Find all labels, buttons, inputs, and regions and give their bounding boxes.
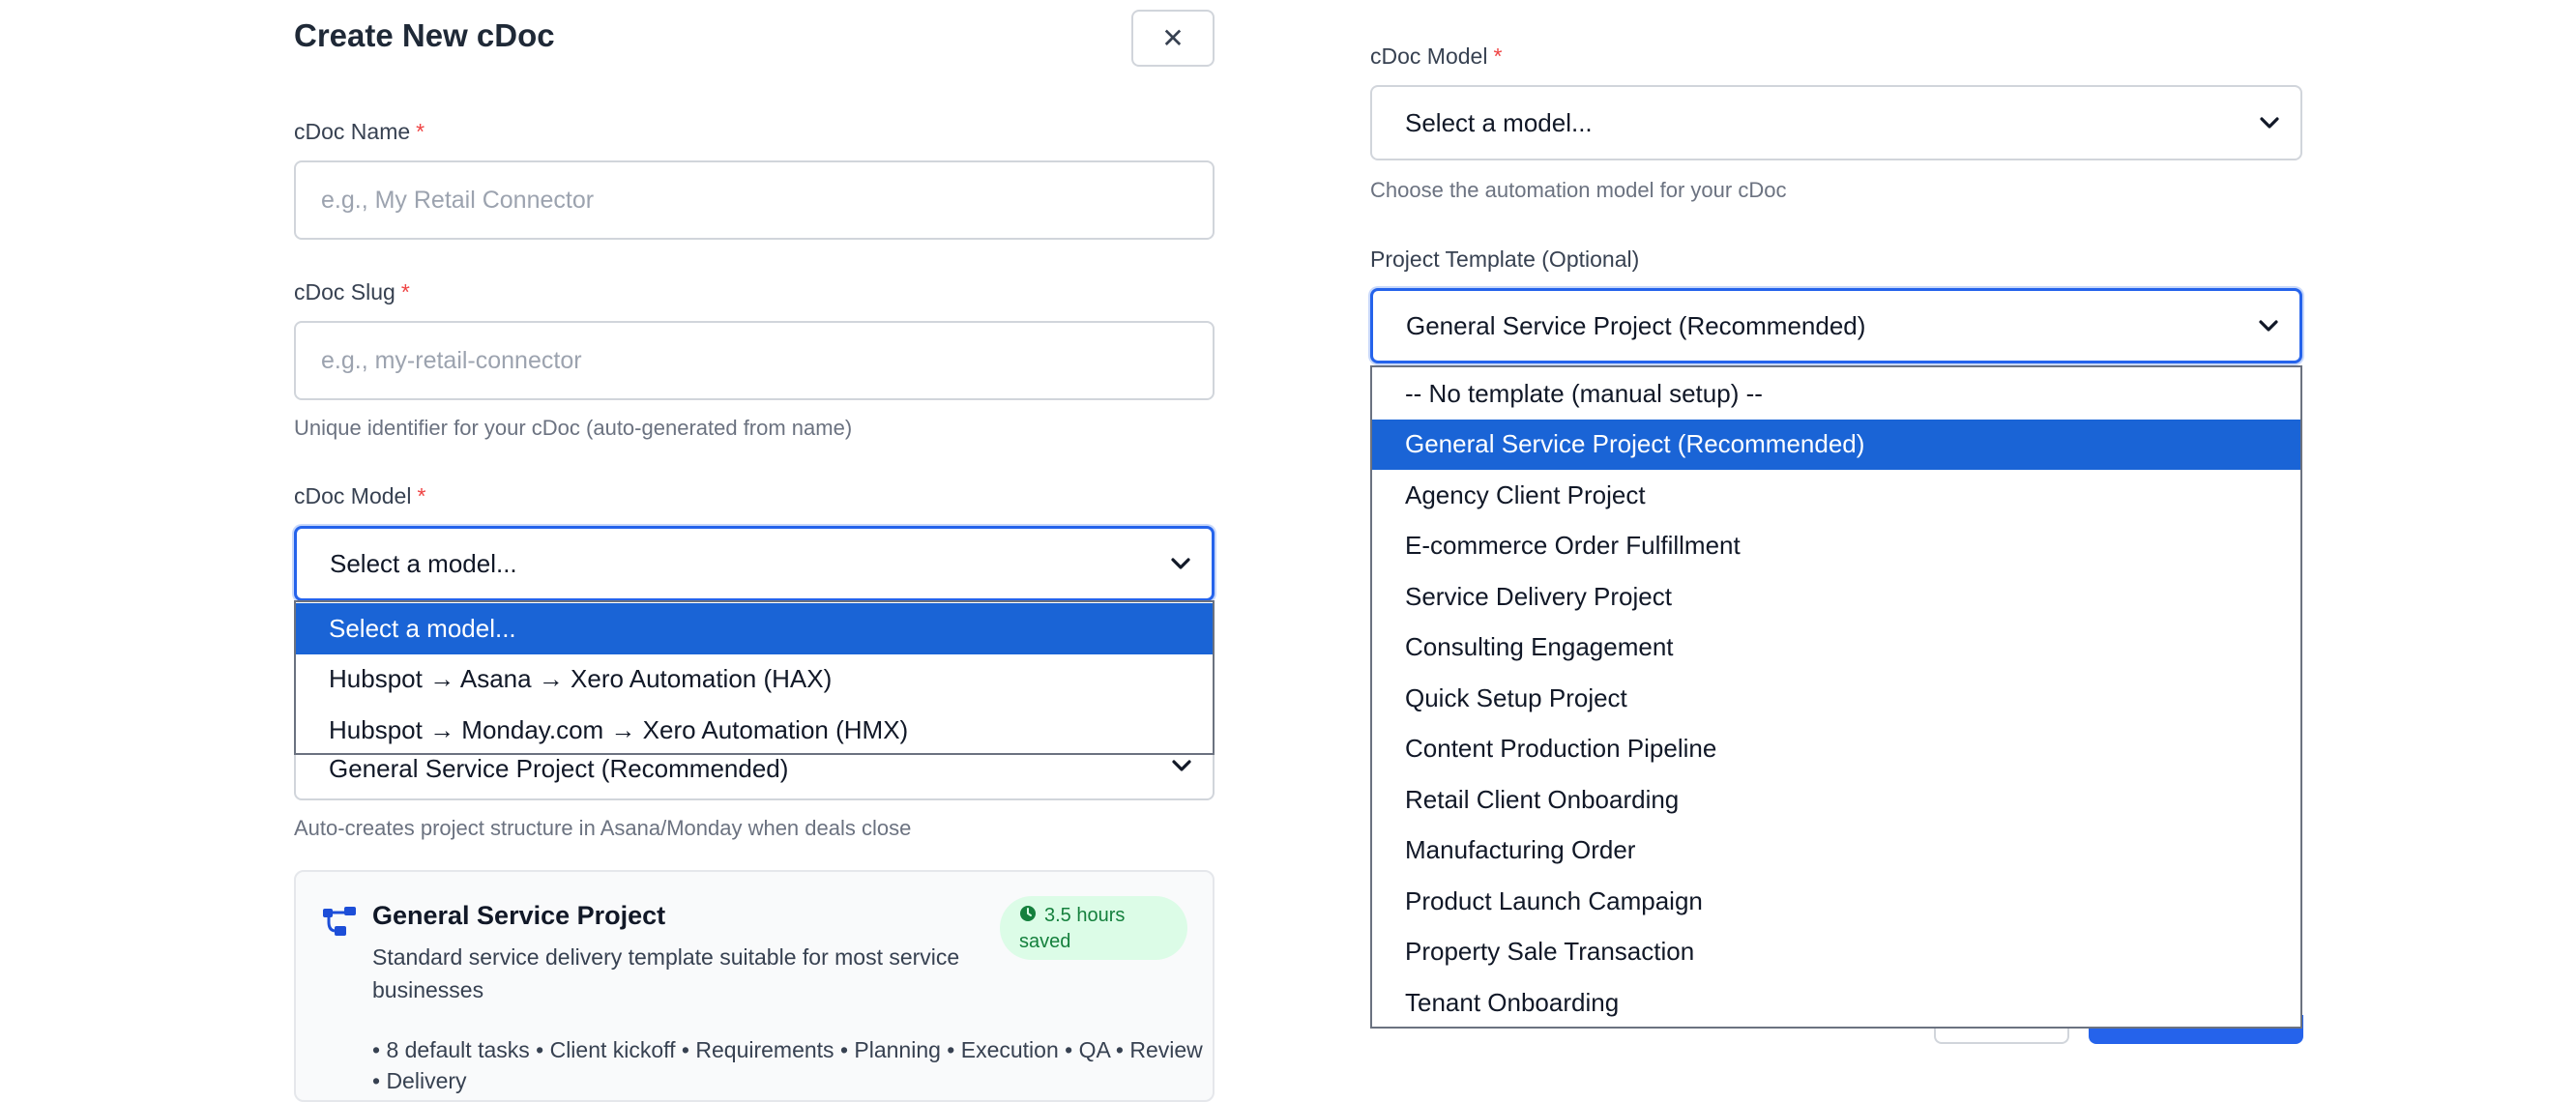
template-option[interactable]: Tenant Onboarding bbox=[1372, 977, 2300, 1029]
page-title: Create New cDoc bbox=[294, 17, 555, 53]
cdoc-model-select[interactable]: Select a model... bbox=[294, 526, 1215, 601]
right-project-template-select[interactable]: General Service Project (Recommended) bbox=[1370, 288, 2302, 363]
template-option[interactable]: General Service Project (Recommended) bbox=[1372, 419, 2300, 470]
chevron-down-icon bbox=[1172, 759, 1191, 772]
close-icon: ✕ bbox=[1161, 23, 1185, 53]
chevron-down-icon bbox=[1171, 557, 1190, 570]
right-cdoc-model-select[interactable]: Select a model... bbox=[1370, 85, 2302, 160]
cdoc-name-label: cDoc Name * bbox=[294, 119, 425, 144]
model-option[interactable]: Hubspot → Monday.com → Xero Automation (… bbox=[296, 705, 1213, 756]
template-card-tasks: • 8 default tasks • Client kickoff • Req… bbox=[372, 1037, 1203, 1093]
template-option[interactable]: Service Delivery Project bbox=[1372, 571, 2300, 623]
template-option[interactable]: Quick Setup Project bbox=[1372, 673, 2300, 724]
required-mark: * bbox=[416, 119, 425, 144]
required-mark: * bbox=[1493, 44, 1503, 69]
template-option[interactable]: -- No template (manual setup) -- bbox=[1372, 368, 2300, 420]
slug-help-text: Unique identifier for your cDoc (auto-ge… bbox=[294, 416, 853, 440]
template-card-description: Standard service delivery template suita… bbox=[372, 944, 960, 1002]
template-option[interactable]: Retail Client Onboarding bbox=[1372, 774, 2300, 826]
clock-icon bbox=[1019, 904, 1037, 929]
close-button[interactable]: ✕ bbox=[1131, 10, 1215, 67]
template-option[interactable]: Content Production Pipeline bbox=[1372, 724, 2300, 775]
model-option[interactable]: Select a model... bbox=[296, 603, 1213, 654]
cdoc-slug-input[interactable]: e.g., my-retail-connector bbox=[294, 321, 1215, 400]
template-option[interactable]: Manufacturing Order bbox=[1372, 826, 2300, 877]
cdoc-name-input[interactable]: e.g., My Retail Connector bbox=[294, 160, 1215, 240]
right-cdoc-model-label: cDoc Model * bbox=[1370, 44, 1503, 69]
time-saved-badge: 3.5 hours saved bbox=[1000, 896, 1187, 960]
chevron-down-icon bbox=[2260, 116, 2279, 130]
template-option[interactable]: Agency Client Project bbox=[1372, 470, 2300, 521]
template-option[interactable]: Property Sale Transaction bbox=[1372, 927, 2300, 978]
cdoc-model-dropdown[interactable]: Select a model... Hubspot → Asana → Xero… bbox=[294, 600, 1215, 755]
cdoc-model-label: cDoc Model * bbox=[294, 483, 426, 508]
template-help-text: Auto-creates project structure in Asana/… bbox=[294, 816, 912, 840]
template-option[interactable]: Consulting Engagement bbox=[1372, 623, 2300, 674]
project-template-label: Project Template (Optional) bbox=[1370, 246, 1640, 272]
model-option[interactable]: Hubspot → Asana → Xero Automation (HAX) bbox=[296, 654, 1213, 706]
chevron-down-icon bbox=[2259, 319, 2278, 333]
required-mark: * bbox=[417, 483, 426, 508]
cdoc-slug-label: cDoc Slug * bbox=[294, 279, 410, 304]
project-template-dropdown[interactable]: -- No template (manual setup) -- General… bbox=[1370, 365, 2302, 1029]
template-option[interactable]: E-commerce Order Fulfillment bbox=[1372, 521, 2300, 572]
template-option[interactable]: Product Launch Campaign bbox=[1372, 876, 2300, 927]
workflow-icon bbox=[321, 905, 358, 938]
template-card-title: General Service Project bbox=[372, 901, 666, 930]
required-mark: * bbox=[400, 279, 410, 304]
right-model-help-text: Choose the automation model for your cDo… bbox=[1370, 178, 1787, 202]
